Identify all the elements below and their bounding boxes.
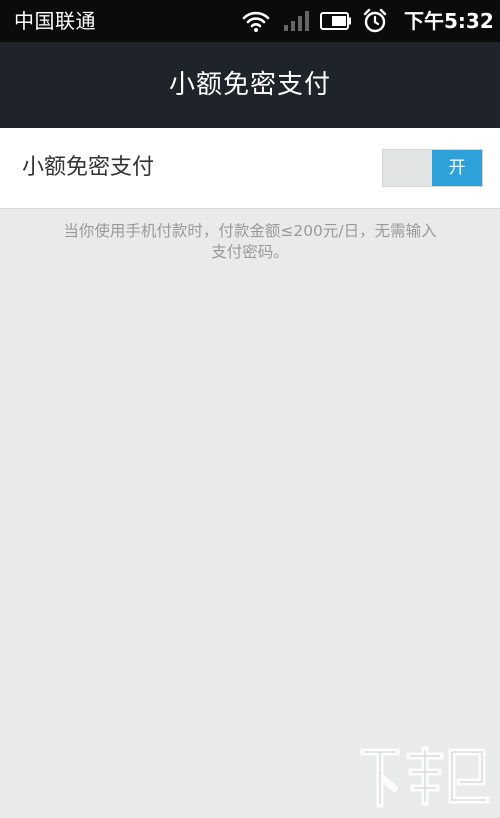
description-line-1: 当你使用手机付款时，付款金额≤200元/日，无需输入 — [63, 222, 437, 240]
title-bar: 小额免密支付 — [0, 42, 500, 128]
description-line-2: 支付密码。 — [211, 243, 289, 261]
setting-label: 小额免密支付 — [22, 155, 155, 180]
toggle-on-label: 开 — [432, 150, 482, 186]
setting-description: 当你使用手机付款时，付款金额≤200元/日，无需输入 支付密码。 — [18, 221, 482, 263]
signal-icon — [283, 10, 311, 36]
page-title: 小额免密支付 — [168, 70, 331, 100]
small-payment-toggle[interactable]: 开 — [382, 149, 483, 187]
status-bar: 中国联通 下午5:32 — [0, 0, 500, 42]
watermark-logo — [356, 742, 496, 814]
status-time: 下午5:32 — [404, 9, 494, 33]
battery-icon — [320, 12, 352, 34]
setting-row-small-payment: 小额免密支付 开 — [0, 128, 500, 209]
wifi-icon — [242, 9, 270, 37]
alarm-icon — [362, 8, 388, 38]
carrier-name: 中国联通 — [14, 9, 96, 33]
